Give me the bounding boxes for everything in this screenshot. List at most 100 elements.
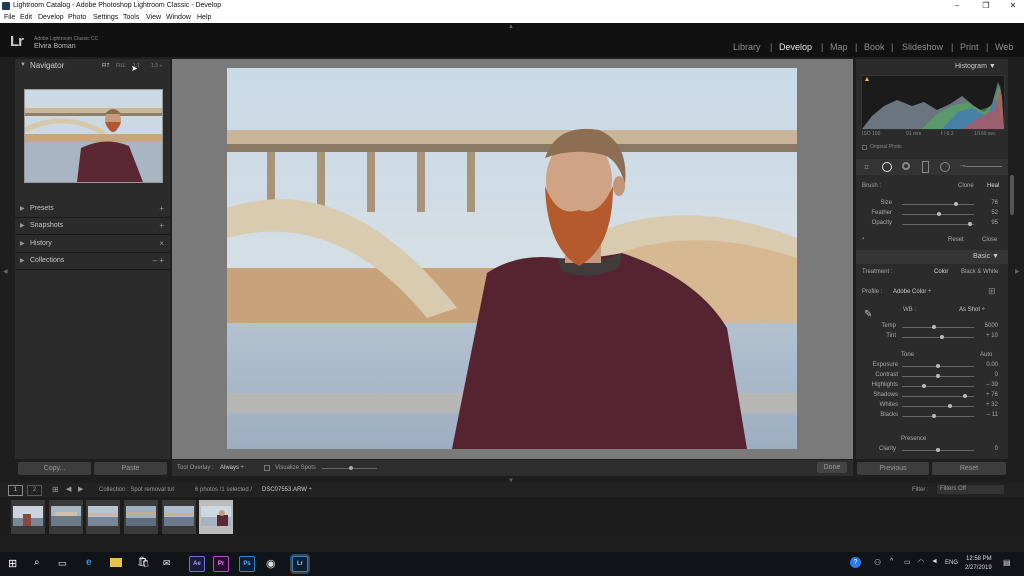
slider-knob[interactable] [947, 404, 952, 408]
brush-close-button[interactable]: Close [982, 237, 997, 243]
close-icon[interactable]: ✕ [1006, 0, 1020, 12]
volume-icon[interactable]: ◄ [931, 558, 938, 565]
slider-knob[interactable] [936, 374, 940, 378]
slider-value[interactable]: + 10 [974, 333, 998, 339]
filmstrip-thumb[interactable] [86, 500, 120, 534]
premiere-icon[interactable]: Pr [213, 556, 229, 572]
profile-browser-icon[interactable]: ⊞ [988, 286, 996, 297]
visualize-spots-slider-knob[interactable] [349, 466, 353, 470]
visualize-spots-checkbox[interactable] [264, 465, 270, 471]
collections-actions-icon[interactable]: – + [153, 256, 164, 265]
navigator-preview[interactable] [24, 89, 163, 183]
minimize-icon[interactable]: – [950, 0, 964, 12]
treatment-bw-option[interactable]: Black & White [961, 269, 998, 275]
red-eye-tool-icon[interactable] [902, 162, 910, 170]
slider-track[interactable] [902, 204, 974, 205]
maximize-icon[interactable]: ❐ [979, 0, 993, 12]
collections-section[interactable]: ▶ Collections – + [15, 253, 170, 270]
module-slideshow[interactable]: Slideshow [902, 42, 943, 52]
module-library[interactable]: Library [733, 42, 761, 52]
clock-date[interactable]: 2/27/2019 [965, 565, 992, 571]
history-section[interactable]: ▶ History × [15, 236, 170, 253]
slider-knob[interactable] [939, 335, 944, 339]
slider-value[interactable]: + 32 [974, 402, 998, 408]
slider-knob[interactable] [932, 414, 937, 418]
zoom-1-3[interactable]: 1:3 ÷ [151, 63, 162, 69]
help-icon[interactable]: ? [850, 557, 861, 568]
slider-knob[interactable] [968, 222, 973, 226]
slider-knob[interactable] [936, 364, 940, 368]
filmstrip-thumb[interactable] [124, 500, 158, 534]
slider-value[interactable]: 52 [974, 210, 998, 216]
task-view-icon[interactable]: ▭ [58, 558, 67, 569]
slider-knob[interactable] [932, 325, 937, 329]
menu-edit[interactable]: Edit [20, 14, 32, 21]
slider-knob[interactable] [921, 384, 926, 388]
grid-view-icon[interactable]: ⊞ [52, 485, 59, 494]
secondary-window-icon[interactable]: 2 [27, 485, 42, 496]
add-preset-icon[interactable]: + [159, 204, 164, 213]
navigator-header[interactable]: ▼ Navigator FIT FILL 1:1 1:3 ÷ [15, 59, 170, 73]
slider-value[interactable]: 76 [974, 200, 998, 206]
language-indicator[interactable]: ENG [945, 560, 958, 566]
menu-develop[interactable]: Develop [38, 14, 64, 21]
filter-select[interactable]: Filters Off [937, 485, 1004, 494]
module-map[interactable]: Map [830, 42, 848, 52]
paste-button[interactable]: Paste [94, 462, 167, 475]
tool-overlay-select[interactable]: Always ÷ [220, 465, 244, 471]
main-photo[interactable] [227, 68, 797, 449]
brush-reset-button[interactable]: Reset [948, 237, 964, 243]
network-icon[interactable]: ▭ [904, 558, 911, 566]
filmstrip-thumb[interactable] [11, 500, 45, 534]
slider-value[interactable]: 0 [974, 372, 998, 378]
file-explorer-icon[interactable] [110, 558, 122, 567]
clear-history-icon[interactable]: × [159, 239, 164, 248]
slider-value[interactable]: + 76 [974, 392, 998, 398]
forward-arrow-icon[interactable]: ▶ [78, 485, 83, 493]
wb-eyedropper-icon[interactable]: ✎ [864, 309, 872, 320]
slider-track[interactable] [902, 416, 974, 417]
histogram-title[interactable]: Histogram ▼ [955, 63, 996, 70]
brush-toggle-icon[interactable]: ▪ [862, 236, 864, 242]
module-print[interactable]: Print [960, 42, 979, 52]
collection-source[interactable]: Collection : Spot removal tut [99, 487, 174, 493]
add-snapshot-icon[interactable]: + [159, 221, 164, 230]
basic-header[interactable]: Basic ▼ [856, 250, 1008, 264]
after-effects-icon[interactable]: Ae [189, 556, 205, 572]
left-panel-toggle-icon[interactable]: ◀ [3, 268, 8, 275]
filmstrip-thumb[interactable] [162, 500, 196, 534]
right-panel-toggle-icon[interactable]: ▶ [1015, 268, 1020, 275]
radial-filter-icon[interactable] [940, 162, 950, 172]
notifications-icon[interactable]: ▤ [1003, 558, 1011, 567]
top-panel-toggle-icon[interactable]: ▲ [508, 24, 514, 30]
back-arrow-icon[interactable]: ◀ [66, 485, 71, 493]
menu-help[interactable]: Help [197, 14, 211, 21]
zoom-fill[interactable]: FILL [116, 63, 126, 69]
slider-track[interactable] [902, 406, 974, 407]
chrome-icon[interactable]: ◉ [266, 557, 276, 570]
slider-track[interactable] [902, 327, 974, 328]
tray-chevron-icon[interactable]: ^ [890, 558, 893, 565]
spot-removal-tool-icon[interactable] [882, 162, 892, 172]
menu-settings[interactable]: Settings [93, 14, 118, 21]
reset-button[interactable]: Reset [932, 462, 1006, 475]
zoom-fit[interactable]: FIT [102, 63, 110, 69]
edge-browser-icon[interactable]: e [86, 557, 92, 568]
menu-tools[interactable]: Tools [123, 14, 139, 21]
slider-track[interactable] [902, 386, 974, 387]
presets-section[interactable]: ▶ Presets + [15, 201, 170, 218]
module-book[interactable]: Book [864, 42, 885, 52]
previous-button[interactable]: Previous [857, 462, 929, 475]
people-icon[interactable]: ⚇ [874, 558, 881, 567]
menu-file[interactable]: File [4, 14, 15, 21]
slider-knob[interactable] [963, 394, 968, 398]
slider-value[interactable]: 5000 [974, 323, 998, 329]
slider-knob[interactable] [954, 202, 958, 206]
slider-value[interactable]: 0 [974, 446, 998, 452]
lightroom-taskbar-icon[interactable]: Lr [292, 556, 308, 572]
copy-button[interactable]: Copy... [18, 462, 91, 475]
menu-photo[interactable]: Photo [68, 14, 86, 21]
wb-select[interactable]: As Shot ÷ [959, 307, 985, 313]
filmstrip-thumb[interactable] [49, 500, 83, 534]
selected-file-name[interactable]: DSC07553.ARW ÷ [262, 487, 312, 493]
